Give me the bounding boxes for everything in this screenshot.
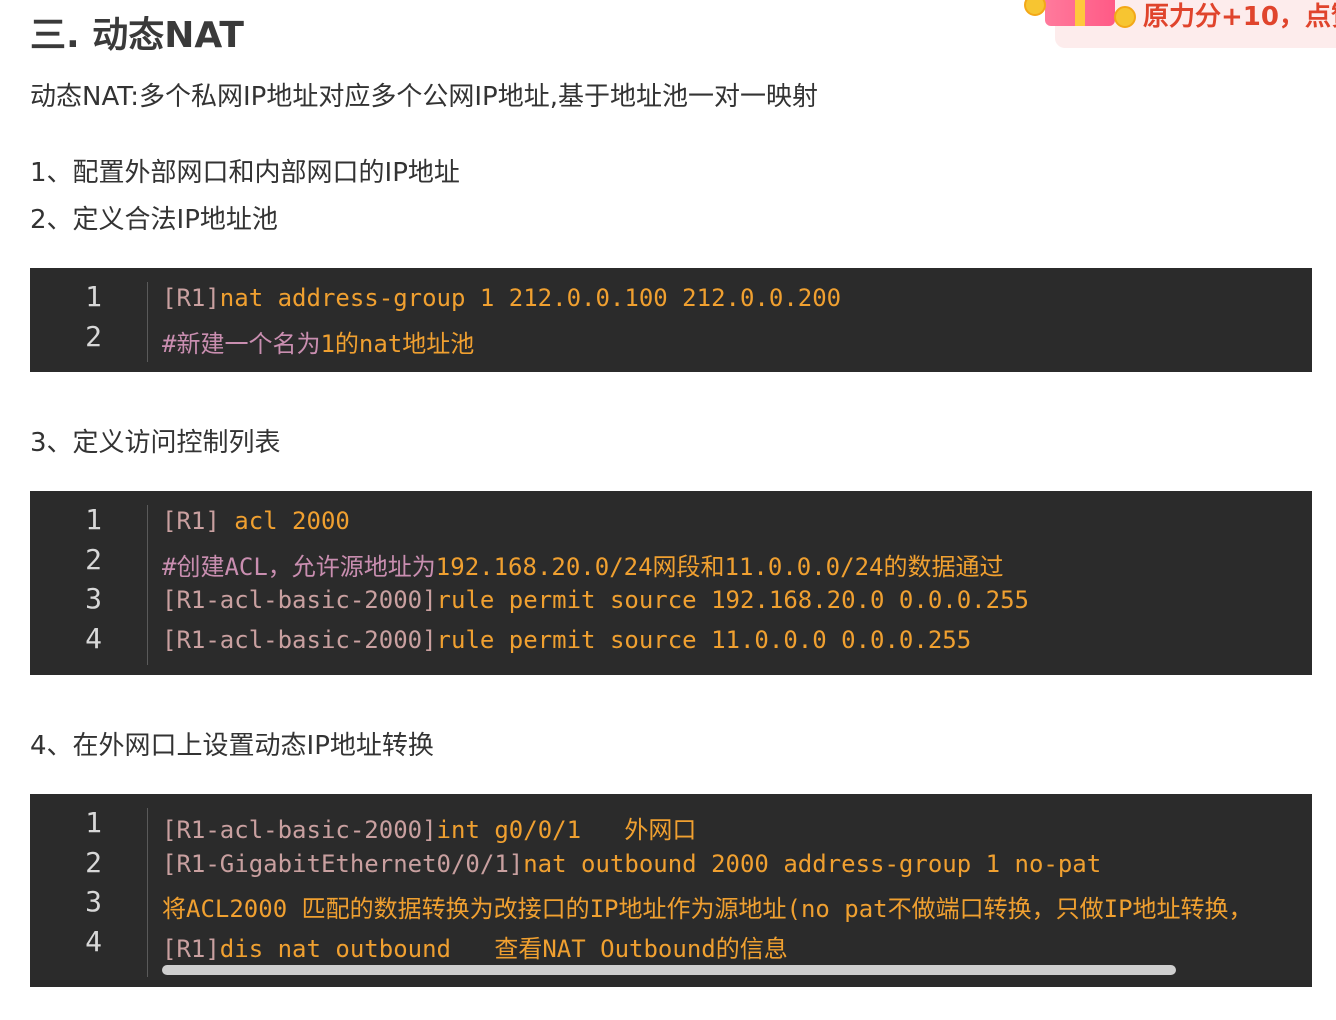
code-block-address-group[interactable]: 1 [R1]nat address-group 1 212.0.0.100 212… [30, 268, 1312, 372]
code-line[interactable]: [R1] acl 2000 [162, 507, 350, 535]
line-number: 1 [85, 806, 102, 839]
line-number: 3 [85, 582, 102, 615]
code-token: 1的nat地址池 [320, 329, 475, 358]
line-number: 2 [85, 845, 102, 879]
promo-text[interactable]: 原力分+10，点赞 [1143, 0, 1336, 33]
code-block-acl[interactable]: 1 [R1] acl 2000 2 #创建ACL，允许源地址为192.168.20.0… [30, 491, 1312, 675]
code-token: [R1-acl-basic-2000] [162, 816, 437, 844]
code-token: nat outbound 2000 address-group 1 no-pat [523, 849, 1102, 878]
coin-icon [1114, 6, 1136, 28]
code-line[interactable]: [R1-acl-basic-2000]int g0/0/1 外网口 [162, 810, 696, 845]
line-number: 1 [85, 280, 102, 313]
code-token: int g0/0/1 外网口 [436, 816, 697, 844]
code-token: nat address-group 1 212.0.0.100 212.0.0.… [219, 284, 842, 312]
step-1: 1、配置外部网口和内部网口的IP地址 [30, 158, 460, 188]
gutter-divider [147, 808, 148, 977]
code-token: #新建一个名为 [162, 329, 321, 358]
gutter-divider [147, 282, 148, 362]
code-line[interactable]: 将ACL2000 匹配的数据转换为改接口的IP地址作为源地址(no pat不做端… [162, 889, 1253, 924]
line-number: 4 [85, 621, 102, 655]
code-line[interactable]: #创建ACL，允许源地址为192.168.20.0/24网段和11.0.0.0/… [162, 547, 1003, 582]
step-3: 3、定义访问控制列表 [30, 428, 281, 458]
code-token: [R1] [162, 934, 220, 963]
code-token: [R1-GigabitEthernet0/0/1] [162, 849, 524, 878]
code-line[interactable]: [R1]nat address-group 1 212.0.0.100 212.… [162, 284, 841, 312]
horizontal-scrollbar[interactable] [162, 965, 1176, 975]
code-token: dis nat outbound 查看NAT Outbound的信息 [219, 934, 788, 963]
gutter-divider [147, 505, 148, 665]
code-token: [R1-acl-basic-2000] [162, 586, 437, 614]
code-line[interactable]: [R1-acl-basic-2000]rule permit source 19… [162, 586, 1029, 614]
code-line[interactable]: #新建一个名为1的nat地址池 [162, 324, 474, 359]
gift-icon [1045, 0, 1115, 26]
code-token: [R1] [162, 284, 220, 312]
code-line[interactable]: [R1-acl-basic-2000]rule permit source 11… [162, 626, 971, 654]
code-token: 将ACL2000 匹配的数据转换为改接口的IP地址作为源地址(no pat不做端… [162, 895, 1253, 923]
code-line[interactable]: [R1-GigabitEthernet0/0/1]nat outbound 20… [162, 850, 1101, 878]
code-token: rule permit source 11.0.0.0 0.0.0.255 [436, 625, 972, 654]
code-token: 192.168.20.0/24网段和11.0.0.0/24的数据通过 [435, 552, 1004, 581]
code-token: #创建ACL，允许源地址为 [162, 552, 436, 581]
step-2: 2、定义合法IP地址池 [30, 205, 278, 235]
code-token: acl 2000 [234, 507, 350, 535]
section-title: 三. 动态NAT [30, 15, 244, 56]
code-token: rule permit source 192.168.20.0 0.0.0.25… [436, 586, 1029, 614]
line-number: 4 [85, 924, 102, 958]
code-line[interactable]: [R1]dis nat outbound 查看NAT Outbound的信息 [162, 929, 788, 964]
code-token: [R1] [162, 507, 235, 535]
line-number: 1 [85, 503, 102, 536]
line-number: 2 [85, 542, 102, 576]
description: 动态NAT:多个私网IP地址对应多个公网IP地址,基于地址池一对一映射 [30, 82, 818, 112]
code-block-nat-outbound[interactable]: 1 [R1-acl-basic-2000]int g0/0/1 外网口 2 [R1-G… [30, 794, 1312, 987]
code-token: [R1-acl-basic-2000] [162, 625, 437, 654]
line-number: 2 [85, 319, 102, 353]
line-number: 3 [85, 885, 102, 918]
coin-icon [1024, 0, 1046, 16]
step-4: 4、在外网口上设置动态IP地址转换 [30, 731, 434, 761]
